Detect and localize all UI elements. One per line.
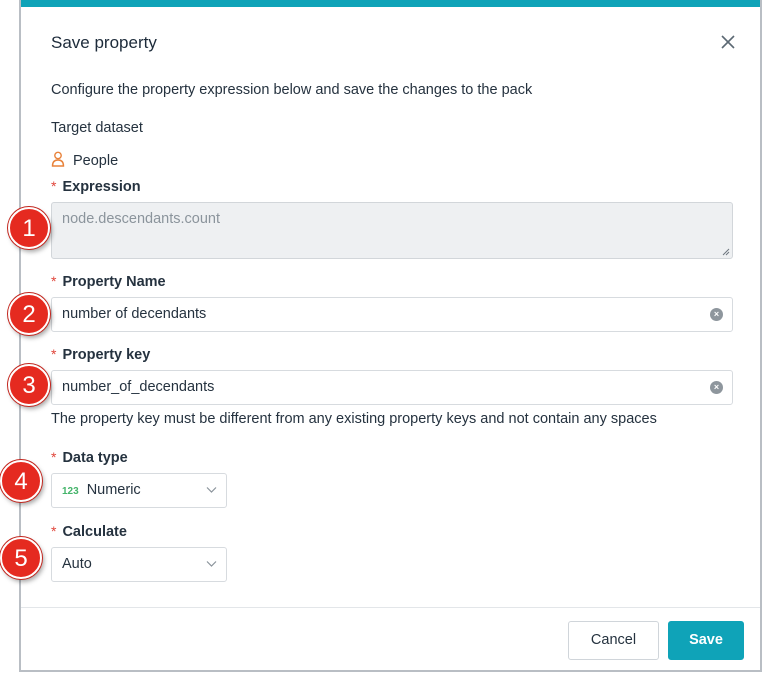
property-name-input[interactable]: number of decendants × bbox=[51, 297, 733, 332]
close-icon[interactable] bbox=[719, 33, 737, 51]
save-button[interactable]: Save bbox=[668, 621, 744, 660]
clear-icon[interactable]: × bbox=[710, 308, 723, 321]
property-key-hint: The property key must be different from … bbox=[51, 411, 657, 427]
property-name-label: * Property Name bbox=[51, 273, 166, 290]
target-dataset-label: Target dataset bbox=[51, 120, 143, 136]
calculate-label: * Calculate bbox=[51, 523, 127, 540]
callout-marker-1: 1 bbox=[8, 207, 50, 249]
required-marker: * bbox=[51, 346, 57, 362]
property-key-value: number_of_decendants bbox=[62, 379, 215, 395]
dialog-title: Save property bbox=[51, 33, 157, 52]
person-icon bbox=[51, 151, 65, 167]
expression-textarea[interactable]: node.descendants.count bbox=[51, 202, 733, 259]
property-key-label: * Property key bbox=[51, 346, 151, 363]
chevron-down-icon bbox=[206, 561, 217, 567]
callout-marker-2: 2 bbox=[8, 293, 50, 335]
numeric-type-icon: 123 bbox=[62, 486, 79, 497]
dialog-accent-bar bbox=[21, 0, 760, 7]
target-dataset-value: People bbox=[73, 153, 119, 169]
save-property-dialog: Save property Configure the property exp… bbox=[19, 0, 762, 672]
callout-marker-3: 3 bbox=[8, 364, 50, 406]
callout-marker-5: 5 bbox=[0, 537, 42, 579]
dialog-description: Configure the property expression below … bbox=[51, 82, 533, 98]
required-marker: * bbox=[51, 449, 57, 465]
calculate-value: Auto bbox=[62, 556, 92, 572]
required-marker: * bbox=[51, 523, 57, 539]
data-type-select[interactable]: 123 Numeric bbox=[51, 473, 227, 508]
required-marker: * bbox=[51, 178, 57, 194]
required-marker: * bbox=[51, 273, 57, 289]
property-key-input[interactable]: number_of_decendants × bbox=[51, 370, 733, 405]
cancel-button[interactable]: Cancel bbox=[568, 621, 659, 660]
data-type-value: Numeric bbox=[86, 482, 141, 498]
calculate-select[interactable]: Auto bbox=[51, 547, 227, 582]
footer-divider bbox=[21, 607, 760, 608]
chevron-down-icon bbox=[206, 487, 217, 493]
expression-placeholder: node.descendants.count bbox=[62, 211, 221, 227]
data-type-label: * Data type bbox=[51, 449, 128, 466]
expression-label: * Expression bbox=[51, 178, 141, 195]
clear-icon[interactable]: × bbox=[710, 381, 723, 394]
callout-marker-4: 4 bbox=[0, 460, 42, 502]
resize-handle-icon[interactable] bbox=[722, 248, 730, 256]
property-name-value: number of decendants bbox=[62, 306, 207, 322]
